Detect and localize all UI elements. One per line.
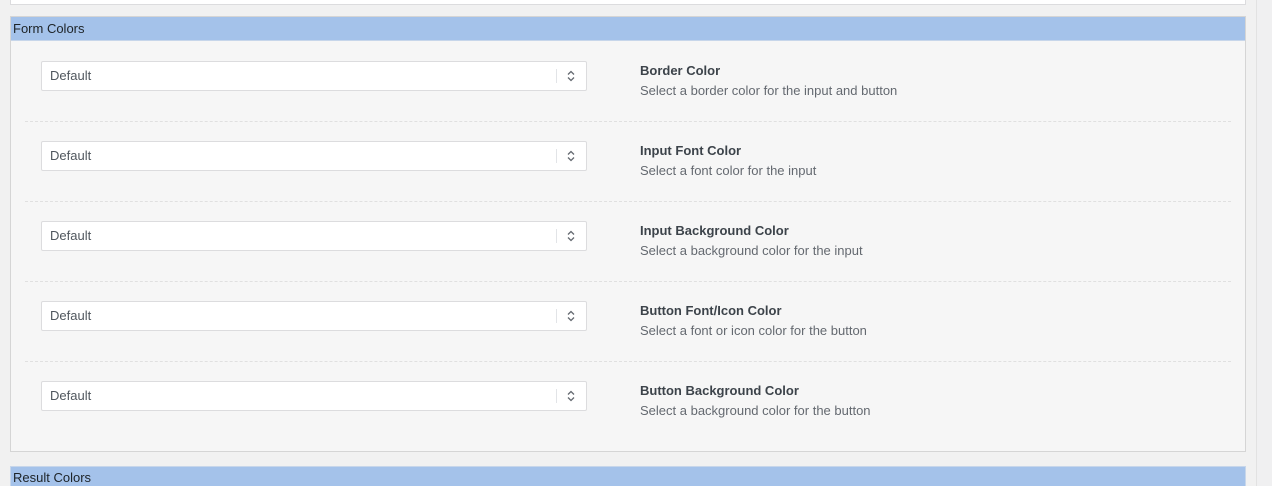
- chevron-up-down-icon: [567, 150, 575, 162]
- select-divider: [556, 309, 557, 323]
- setting-description: Select a background color for the input: [640, 243, 863, 258]
- select-divider: [556, 149, 557, 163]
- setting-text: Border Color Select a border color for t…: [640, 63, 897, 99]
- setting-title: Button Background Color: [640, 383, 799, 398]
- form-colors-header: Form Colors: [11, 17, 1245, 41]
- setting-description: Select a font or icon color for the butt…: [640, 323, 867, 338]
- setting-title: Input Background Color: [640, 223, 789, 238]
- form-colors-section: Form Colors Default Border Color Select …: [10, 16, 1246, 452]
- select-divider: [556, 229, 557, 243]
- input-background-color-select[interactable]: Default: [41, 221, 587, 251]
- setting-text: Button Font/Icon Color Select a font or …: [640, 303, 867, 339]
- setting-row-button-background-color: Default Button Background Color Select a…: [25, 361, 1231, 441]
- button-font-icon-color-select[interactable]: Default: [41, 301, 587, 331]
- input-font-color-select[interactable]: Default: [41, 141, 587, 171]
- select-value: Default: [50, 388, 92, 403]
- select-value: Default: [50, 308, 92, 323]
- setting-description: Select a border color for the input and …: [640, 83, 898, 98]
- chevron-up-down-icon: [567, 390, 575, 402]
- select-value: Default: [50, 148, 92, 163]
- setting-text: Input Background Color Select a backgrou…: [640, 223, 863, 259]
- select-value: Default: [50, 228, 92, 243]
- chevron-up-down-icon: [567, 310, 575, 322]
- result-colors-header: Result Colors: [13, 470, 92, 485]
- scrollbar-track[interactable]: [1256, 0, 1272, 486]
- select-value: Default: [50, 68, 92, 83]
- setting-description: Select a background color for the button: [640, 403, 871, 418]
- setting-text: Button Background Color Select a backgro…: [640, 383, 871, 419]
- setting-text: Input Font Color Select a font color for…: [640, 143, 816, 179]
- setting-row-button-font-icon-color: Default Button Font/Icon Color Select a …: [25, 281, 1231, 362]
- chevron-up-down-icon: [567, 70, 575, 82]
- setting-description: Select a font color for the input: [640, 163, 817, 178]
- setting-row-input-background-color: Default Input Background Color Select a …: [25, 201, 1231, 282]
- setting-row-border-color: Default Border Color Select a border col…: [25, 41, 1231, 122]
- previous-section-panel: [10, 0, 1246, 5]
- result-colors-section[interactable]: Result Colors: [10, 466, 1246, 486]
- setting-title: Border Color: [640, 63, 721, 78]
- setting-row-input-font-color: Default Input Font Color Select a font c…: [25, 121, 1231, 202]
- select-divider: [556, 389, 557, 403]
- setting-title: Input Font Color: [640, 143, 742, 158]
- setting-title: Button Font/Icon Color: [640, 303, 782, 318]
- border-color-select[interactable]: Default: [41, 61, 587, 91]
- select-divider: [556, 69, 557, 83]
- chevron-up-down-icon: [567, 230, 575, 242]
- settings-page: Form Colors Default Border Color Select …: [0, 0, 1272, 486]
- button-background-color-select[interactable]: Default: [41, 381, 587, 411]
